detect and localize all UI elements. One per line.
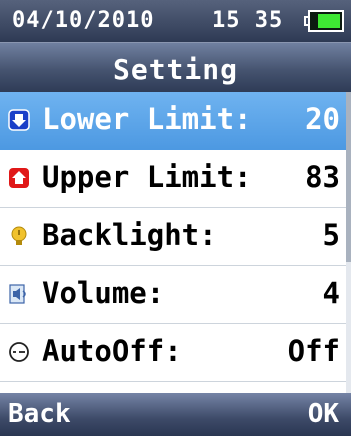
- speaker-icon: [9, 284, 26, 304]
- setting-label: Volume:: [42, 276, 165, 310]
- status-date: 04/10/2010: [12, 8, 155, 33]
- arrow-down-icon: [8, 109, 30, 131]
- setting-row-volume[interactable]: Volume: 4: [0, 266, 346, 324]
- setting-row-backlight[interactable]: Backlight: 5: [0, 208, 346, 266]
- softkey-bar: Back OK: [0, 393, 351, 436]
- status-bar: 04/10/2010 15 35: [0, 0, 351, 42]
- setting-value: 20: [305, 102, 340, 136]
- setting-value: 4: [322, 276, 340, 310]
- battery-icon: [304, 10, 344, 32]
- arrow-up-icon: [9, 168, 29, 188]
- ok-button[interactable]: OK: [308, 399, 339, 429]
- scrollbar-thumb[interactable]: [346, 92, 351, 262]
- setting-value: 83: [305, 160, 340, 194]
- scrollbar[interactable]: [346, 92, 351, 393]
- setting-label: AutoOff:: [42, 334, 182, 368]
- settings-list: Lower Limit: 20 Upper Limit: 83 Backligh…: [0, 92, 351, 393]
- setting-label: Lower Limit:: [42, 102, 252, 136]
- title-bar: Setting: [0, 42, 351, 93]
- setting-row-autooff[interactable]: AutoOff: Off: [0, 324, 346, 382]
- setting-label: Backlight:: [42, 218, 217, 252]
- back-button[interactable]: Back: [8, 399, 71, 429]
- status-time: 15 35: [212, 8, 284, 33]
- bulb-icon: [11, 226, 27, 245]
- setting-row-upper-limit[interactable]: Upper Limit: 83: [0, 150, 346, 208]
- page-title: Setting: [112, 53, 238, 86]
- clock-icon: [9, 342, 29, 362]
- setting-value: Off: [287, 334, 340, 368]
- setting-row-lower-limit[interactable]: Lower Limit: 20: [0, 92, 346, 150]
- setting-value: 5: [322, 218, 340, 252]
- setting-label: Upper Limit:: [42, 160, 252, 194]
